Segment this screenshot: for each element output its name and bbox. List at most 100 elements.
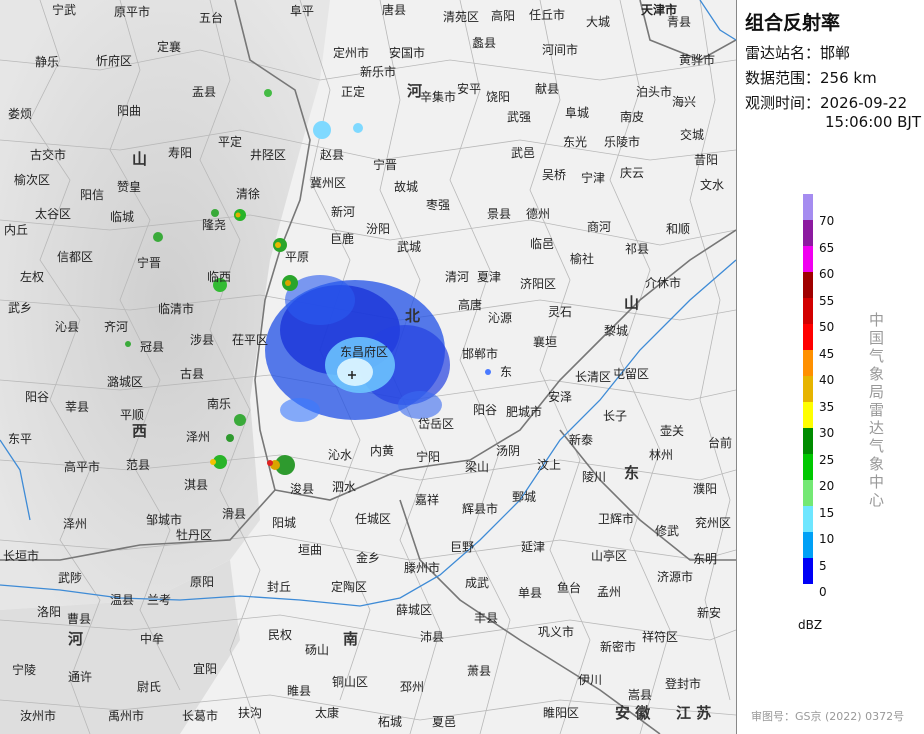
place-label: 沁县 xyxy=(55,320,80,334)
legend-swatch xyxy=(803,428,813,454)
place-label: 榆次区 xyxy=(14,173,51,187)
place-label: 东光 xyxy=(563,135,588,149)
legend-label: 45 xyxy=(819,346,835,361)
place-label: 滕州市 xyxy=(404,561,441,575)
place-label: 新安 xyxy=(697,606,722,620)
place-label: 祁县 xyxy=(625,242,650,256)
place-label: 牡丹区 xyxy=(176,528,213,542)
place-label: 阜平 xyxy=(290,4,315,18)
place-label: 饶阳 xyxy=(486,90,511,104)
legend-label: 10 xyxy=(819,532,835,546)
place-label: 宁陵 xyxy=(12,663,37,677)
place-label: 景县 xyxy=(487,207,512,221)
legend-label: 20 xyxy=(819,479,835,493)
legend-label: 60 xyxy=(819,267,835,281)
place-label: 成武 xyxy=(465,576,490,590)
place-label: 兖州区 xyxy=(695,516,732,530)
place-label: 泗水 xyxy=(332,480,357,494)
place-label: 南皮 xyxy=(620,110,645,124)
place-label: 信都区 xyxy=(57,250,94,264)
place-label: 梁山 xyxy=(465,460,490,474)
legend-swatch xyxy=(803,298,813,324)
place-label: 东明 xyxy=(693,552,718,566)
place-label: 嵩县 xyxy=(628,688,653,702)
place-label: 兰考 xyxy=(147,593,172,607)
place-label: 范县 xyxy=(126,458,151,472)
product-title: 组合反射率 xyxy=(745,12,841,34)
place-label: 庆云 xyxy=(620,166,645,180)
place-label: 河间市 xyxy=(542,43,579,57)
place-label: 乐陵市 xyxy=(604,135,641,149)
radar-map[interactable]: 山 西 河 北 山 东 河 南 安 徽 江 苏 宁武 原平市 五台 阜平 唐县 … xyxy=(0,0,737,734)
place-label: 长垣市 xyxy=(3,549,40,563)
place-label: 萧县 xyxy=(467,664,492,678)
place-label: 长葛市 xyxy=(182,709,219,723)
place-label: 古县 xyxy=(180,367,205,381)
place-label: 献县 xyxy=(535,82,560,96)
place-label: 平定 xyxy=(218,135,243,149)
place-label: 泽州 xyxy=(63,517,88,531)
legend-swatch xyxy=(803,454,813,480)
legend-label: 70 xyxy=(819,214,835,228)
place-label-handan: 东昌府区 xyxy=(340,345,389,359)
place-label: 盂县 xyxy=(192,85,217,99)
place-label: 金乡 xyxy=(356,551,381,565)
place-label: 薛城区 xyxy=(396,603,433,617)
place-label: 砀山 xyxy=(305,643,330,657)
place-label: 娄烦 xyxy=(8,107,33,121)
place-label: 浚县 xyxy=(290,482,315,496)
place-label: 临城 xyxy=(110,210,135,224)
place-label: 通许 xyxy=(68,670,93,684)
place-label: 大城 xyxy=(586,15,611,29)
place-label: 宁阳 xyxy=(416,450,441,464)
place-label: 文水 xyxy=(700,178,725,192)
place-label: 阜城 xyxy=(565,106,590,120)
place-label: 巨鹿 xyxy=(330,232,355,246)
place-label: 定州市 xyxy=(333,46,370,60)
place-label: 泊头市 xyxy=(636,85,673,99)
place-label: 襄垣 xyxy=(533,335,558,349)
place-label: 南乐 xyxy=(207,397,232,411)
place-label: 汶上 xyxy=(537,458,562,472)
place-label: 沛县 xyxy=(420,630,445,644)
place-label: 岱岳区 xyxy=(418,417,455,431)
radar-station-row: 雷达站名：邯郸 xyxy=(745,42,850,63)
place-label: 正定 xyxy=(341,85,366,99)
place-label: 宁津 xyxy=(581,171,606,185)
province-label-jiangsu: 江 苏 xyxy=(676,704,712,722)
place-label: 宁晋 xyxy=(137,256,162,270)
place-label: 原平市 xyxy=(114,5,151,19)
place-label: 阳曲 xyxy=(117,104,142,118)
place-label: 汤阴 xyxy=(496,444,521,458)
province-label-henan-1: 河 xyxy=(68,630,84,648)
place-label: 隆尧 xyxy=(202,218,227,232)
place-label: 屯留区 xyxy=(613,367,650,381)
place-label: 内丘 xyxy=(4,223,29,237)
place-label: 邳州 xyxy=(400,680,425,694)
place-label: 潞城区 xyxy=(107,375,144,389)
legend-label: 65 xyxy=(819,240,835,255)
place-label: 高阳 xyxy=(491,9,516,23)
place-label: 壶关 xyxy=(660,424,685,438)
dbz-color-legend xyxy=(803,194,813,584)
province-label-shandong-1: 山 xyxy=(624,294,640,312)
place-label: 山亭区 xyxy=(591,549,628,563)
place-label: 安泽 xyxy=(548,390,573,404)
place-label: 铜山区 xyxy=(332,675,369,689)
place-label: 鱼台 xyxy=(557,581,582,595)
place-label: 巩义市 xyxy=(538,625,575,639)
place-label: 睢县 xyxy=(287,684,312,698)
place-label: 邯郸市 xyxy=(462,347,499,361)
place-label: 洛阳 xyxy=(37,605,62,619)
place-label: 阳谷 xyxy=(473,403,498,417)
place-label: 左权 xyxy=(20,270,45,284)
province-label-shandong-2: 东 xyxy=(624,464,640,482)
place-label: 赵县 xyxy=(320,148,345,162)
radar-viewer: 山 西 河 北 山 东 河 南 安 徽 江 苏 宁武 原平市 五台 阜平 唐县 … xyxy=(0,0,924,734)
place-label: 太康 xyxy=(315,706,340,720)
place-label: 阳信 xyxy=(80,188,105,202)
place-label: 灵石 xyxy=(548,305,573,319)
legend-swatch xyxy=(803,532,813,558)
place-label: 巨野 xyxy=(450,540,475,554)
place-label: 登封市 xyxy=(665,677,702,691)
